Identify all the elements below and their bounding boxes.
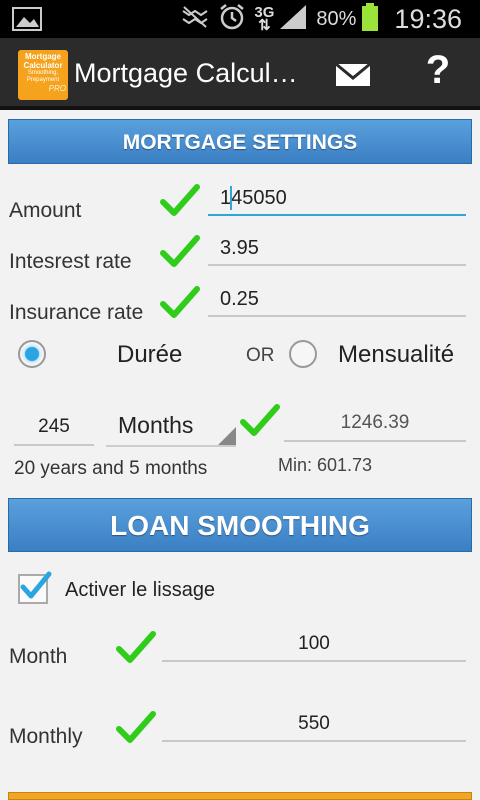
- monthly-payment-field: 1246.39: [284, 406, 466, 442]
- mensualite-label: Mensualité: [338, 341, 455, 368]
- network-3g-icon: 3G ⇅: [254, 4, 275, 34]
- app-title: Mortgage Calcul…: [74, 58, 298, 88]
- monthly-input[interactable]: 550: [162, 708, 466, 742]
- next-section-header-partial: [8, 792, 472, 800]
- or-label: OR: [246, 345, 275, 366]
- image-notification-icon: [12, 7, 42, 31]
- month-input[interactable]: 100: [162, 628, 466, 662]
- amount-label: Amount: [9, 199, 82, 222]
- mail-icon[interactable]: [332, 56, 374, 94]
- amount-valid-check-icon: [160, 184, 200, 216]
- radio-mensualite[interactable]: [289, 340, 317, 368]
- app-logo[interactable]: Mortgage Calculator Smoothing, Prepaymen…: [18, 50, 68, 100]
- monthly-valid-check-icon: [116, 711, 156, 743]
- duree-label: Durée: [117, 341, 183, 368]
- duration-unit-dropdown[interactable]: Months: [106, 405, 236, 447]
- action-bar: Mortgage Calculator Smoothing, Prepaymen…: [0, 38, 480, 110]
- battery-percent: 80%: [316, 7, 357, 30]
- checkmark-icon: [20, 571, 52, 599]
- insurance-rate-input[interactable]: 0.25: [208, 283, 466, 317]
- month-valid-check-icon: [116, 631, 156, 663]
- text-cursor: [230, 186, 232, 210]
- status-bar: 3G ⇅ 80% 19:36: [0, 0, 480, 38]
- duration-valid-check-icon: [240, 404, 280, 436]
- alarm-icon: [218, 3, 246, 35]
- interest-rate-label: Intesrest rate: [9, 250, 132, 273]
- radio-duree[interactable]: [18, 340, 46, 368]
- interest-rate-input[interactable]: 3.95: [208, 232, 466, 266]
- min-payment-text: Min: 601.73: [278, 455, 373, 475]
- help-button[interactable]: ?: [420, 48, 456, 98]
- monthly-label: Monthly: [9, 725, 83, 748]
- insurance-valid-check-icon: [160, 286, 200, 318]
- clock: 19:36: [394, 3, 462, 34]
- duration-text: 20 years and 5 months: [14, 458, 208, 479]
- enable-smoothing-checkbox[interactable]: [18, 571, 52, 604]
- signal-icon: [278, 3, 308, 35]
- insurance-rate-label: Insurance rate: [9, 301, 144, 324]
- month-label: Month: [9, 645, 68, 668]
- interest-valid-check-icon: [160, 235, 200, 267]
- mute-icon: [180, 5, 210, 33]
- battery-icon: [362, 3, 379, 35]
- dropdown-arrow-icon: [218, 427, 236, 445]
- duration-input[interactable]: 245: [14, 410, 94, 446]
- loan-smoothing-header: LOAN SMOOTHING: [8, 498, 472, 552]
- amount-input[interactable]: 145050: [208, 182, 466, 216]
- enable-smoothing-label: Activer le lissage: [65, 579, 216, 601]
- mortgage-settings-header: MORTGAGE SETTINGS: [8, 119, 472, 164]
